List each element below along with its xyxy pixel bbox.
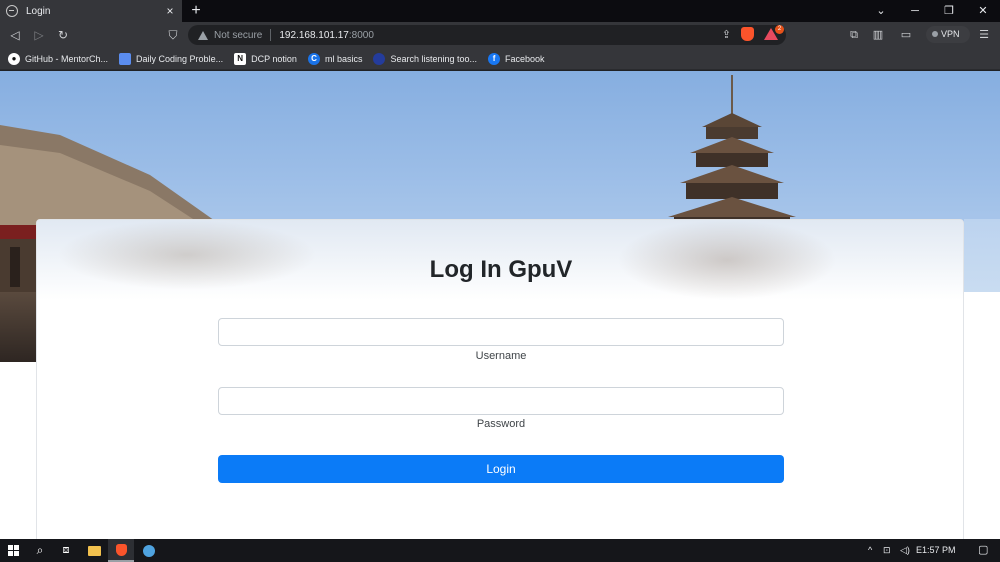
sidebar-icon[interactable]: ▥ <box>870 26 886 44</box>
brave-shields-icon[interactable] <box>741 27 754 41</box>
bookmark-github[interactable]: ● GitHub - MentorCh... <box>8 52 109 65</box>
browser-toolbar: ◁ ▷ ↻ ⛉ Not secure 192.168.101.17:8000 ⇪… <box>0 22 1000 48</box>
warning-icon <box>198 30 208 40</box>
bookmark-dcp-notion[interactable]: N DCP notion <box>234 52 297 65</box>
hero-edge-right <box>964 219 1000 292</box>
bookmarks-bar: ● GitHub - MentorCh... Daily Coding Prob… <box>0 48 1000 70</box>
task-view-icon[interactable]: ⧈ <box>53 539 79 562</box>
url-port: :8000 <box>348 29 374 41</box>
folder-shape <box>87 545 101 556</box>
extensions-icon[interactable]: ⧉ <box>846 26 862 44</box>
username-label: Username <box>475 350 527 362</box>
notion-icon: N <box>234 52 247 65</box>
vpn-status-icon <box>932 31 938 37</box>
facebook-icon: f <box>488 52 501 65</box>
back-button[interactable]: ◁ <box>6 26 24 44</box>
password-input[interactable] <box>218 387 784 415</box>
bookmark-search-listening[interactable]: Search listening too... <box>373 52 478 65</box>
search-listening-icon <box>373 52 386 65</box>
page-title: Log In GpuV <box>429 256 573 283</box>
bookmark-label: Search listening too... <box>390 53 478 64</box>
brave-logo <box>115 543 127 556</box>
tab-login[interactable]: Login × <box>0 0 182 22</box>
brave-taskbar-icon[interactable] <box>108 539 134 562</box>
username-input[interactable] <box>218 318 784 346</box>
app-taskbar-icon[interactable] <box>136 539 162 562</box>
bookmark-label: ml basics <box>324 53 363 64</box>
clock[interactable]: 1:57 PM <box>922 539 962 562</box>
close-window-button[interactable]: ✕ <box>966 0 1000 22</box>
brave-rewards-icon[interactable]: 2 <box>764 25 784 40</box>
bookmark-label: Facebook <box>505 53 545 64</box>
search-icon[interactable]: ⌕ <box>27 539 53 562</box>
wallet-icon[interactable]: ▭ <box>898 26 914 44</box>
dcp-icon <box>119 52 132 65</box>
vpn-label: VPN <box>941 29 960 39</box>
file-explorer-icon[interactable] <box>81 539 107 562</box>
password-label: Password <box>476 418 526 430</box>
network-icon[interactable]: ⊡ <box>883 539 891 562</box>
bookmark-icon[interactable]: ⛉ <box>164 26 182 44</box>
vpn-button[interactable]: VPN <box>926 26 970 43</box>
c-icon: C <box>307 52 320 65</box>
restore-button[interactable]: ❐ <box>932 0 966 22</box>
page-viewport: Log In GpuV Username Password Login <box>0 71 1000 539</box>
share-icon[interactable]: ⇪ <box>722 28 731 41</box>
new-tab-button[interactable]: + <box>187 1 205 21</box>
bookmark-ml-basics[interactable]: C ml basics <box>307 52 363 65</box>
volume-icon[interactable]: ◁) <box>900 539 910 562</box>
github-icon: ● <box>8 52 20 65</box>
bookmark-label: Daily Coding Proble... <box>136 53 224 64</box>
bookmark-label: DCP notion <box>251 53 297 64</box>
notifications-icon[interactable]: ▢ <box>978 539 988 562</box>
login-button[interactable]: Login <box>218 455 784 483</box>
tab-strip: Login × + ⌄ ─ ❐ ✕ <box>0 0 1000 22</box>
security-indicator[interactable]: Not secure <box>214 30 262 41</box>
address-bar[interactable]: Not secure 192.168.101.17:8000 ⇪ 2 <box>188 25 786 45</box>
forward-button[interactable]: ▷ <box>30 26 48 44</box>
minimize-button[interactable]: ─ <box>898 0 932 22</box>
tray-chevron-icon[interactable]: ^ <box>868 539 872 562</box>
start-button[interactable] <box>0 539 26 562</box>
app-logo <box>143 544 155 557</box>
bookmark-facebook[interactable]: f Facebook <box>488 52 545 65</box>
login-card: Log In GpuV Username Password Login <box>36 219 964 539</box>
windows-icon <box>7 545 19 556</box>
rewards-badge: 2 <box>775 25 784 34</box>
bookmark-daily-coding[interactable]: Daily Coding Proble... <box>119 52 224 65</box>
tab-title: Login <box>26 5 51 17</box>
address-divider <box>270 29 272 41</box>
bookmark-label: GitHub - MentorCh... <box>25 53 109 64</box>
taskbar: ⌕ ⧈ ^ ⊡ ◁) ENG 1:57 PM ▢ <box>0 539 1000 562</box>
url-host: 192.168.101.17 <box>279 29 349 41</box>
globe-icon <box>6 5 18 17</box>
menu-icon[interactable]: ☰ <box>976 26 992 44</box>
hero-edge-left <box>0 292 36 362</box>
close-tab-icon[interactable]: × <box>164 4 176 18</box>
tab-search-icon[interactable]: ⌄ <box>864 0 898 22</box>
reload-button[interactable]: ↻ <box>54 26 72 44</box>
